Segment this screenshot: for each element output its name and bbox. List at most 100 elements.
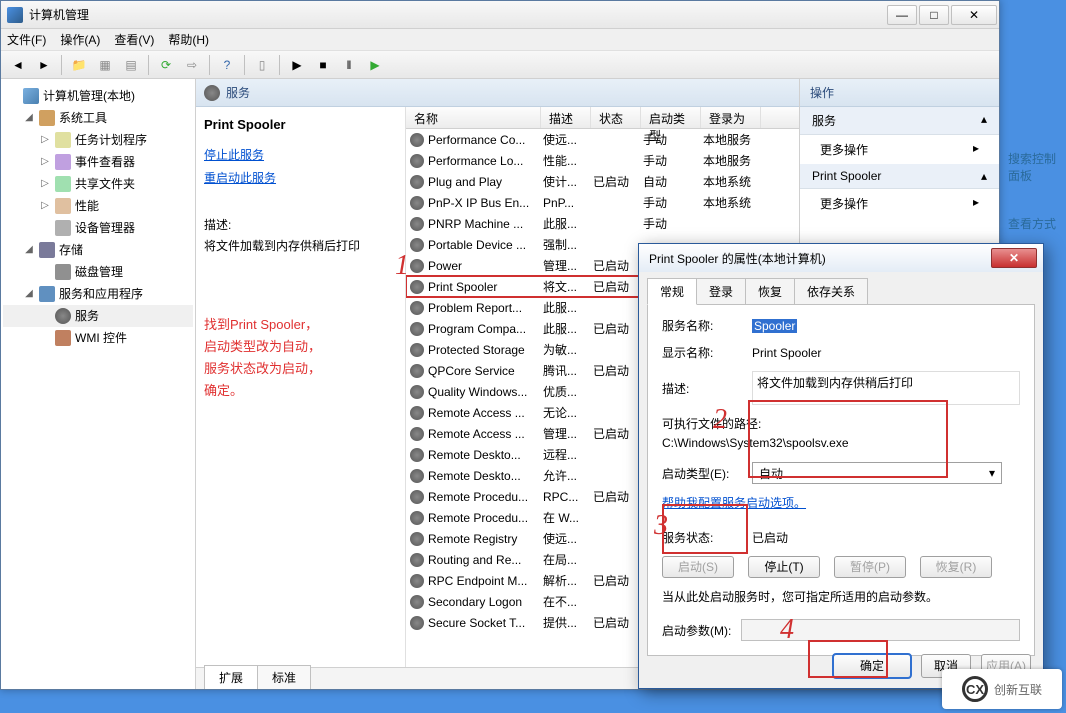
tree-item[interactable]: ▷任务计划程序 [3,129,193,151]
service-row[interactable]: Performance Lo...性能...手动本地服务 [406,150,799,171]
description-box[interactable]: 将文件加载到内存供稍后打印 [752,371,1020,405]
gear-icon [410,280,424,294]
tree-item[interactable]: 设备管理器 [3,217,193,239]
start-param-input [741,619,1020,641]
menu-file[interactable]: 文件(F) [7,31,46,48]
resume-button[interactable]: 恢复(R) [920,556,992,578]
tree-icon [55,308,71,324]
tree-item[interactable]: ▷性能 [3,195,193,217]
col-logon[interactable]: 登录为 [701,107,761,128]
restart-button[interactable]: ▶ [364,54,386,76]
tab-logon[interactable]: 登录 [696,278,746,305]
up-button[interactable]: 📁 [68,54,90,76]
hint-text: 当从此处启动服务时，您可指定所适用的启动参数。 [662,588,1020,605]
service-row[interactable]: Performance Co...使远...手动本地服务 [406,129,799,150]
col-desc[interactable]: 描述 [541,107,591,128]
tree-item[interactable]: ◢系统工具 [3,107,193,129]
tree-item[interactable]: 磁盘管理 [3,261,193,283]
tree-pane: 计算机管理(本地)◢系统工具▷任务计划程序▷事件查看器▷共享文件夹▷性能设备管理… [1,79,196,689]
service-row[interactable]: PnP-X IP Bus En...PnP...手动本地系统 [406,192,799,213]
chevron-down-icon: ▾ [989,466,995,480]
gear-icon [410,301,424,315]
help-link[interactable]: 帮助我配置服务启动选项。 [662,494,1020,511]
show-hide-button[interactable]: ▯ [251,54,273,76]
tree-item[interactable]: WMI 控件 [3,327,193,349]
tree-icon [23,88,39,104]
service-row[interactable]: PNRP Machine ...此服...手动 [406,213,799,234]
tree-item[interactable]: 计算机管理(本地) [3,85,193,107]
gear-icon [410,616,424,630]
service-name-value: Spooler [752,319,797,333]
gear-icon [410,511,424,525]
actions-more-1[interactable]: 更多操作▸ [800,135,999,164]
bg-text-2: 查看方式 [1008,215,1066,232]
gear-icon [410,259,424,273]
actions-section-printspooler[interactable]: Print Spooler▴ [800,164,999,189]
actions-more-2[interactable]: 更多操作▸ [800,189,999,218]
tree-item[interactable]: ◢存储 [3,239,193,261]
export-button[interactable]: ▤ [120,54,142,76]
chevron-right-icon: ▸ [973,141,979,158]
annotation-text: 找到Print Spooler，启动类型改为自动，服务状态改为启动，确定。 [204,314,397,402]
menubar: 文件(F) 操作(A) 查看(V) 帮助(H) [1,29,999,51]
chevron-right-icon: ▸ [973,195,979,212]
tree-item[interactable]: ◢服务和应用程序 [3,283,193,305]
tree-icon [55,198,71,214]
tree-icon [55,132,71,148]
gear-icon [410,406,424,420]
refresh-button[interactable]: ⟳ [155,54,177,76]
dialog-tabs: 常规 登录 恢复 依存关系 [639,272,1043,305]
list-header: 名称 描述 状态 启动类型 登录为 [406,107,799,129]
tree-item[interactable]: 服务 [3,305,193,327]
pause-button[interactable]: 暂停(P) [834,556,906,578]
stop-link[interactable]: 停止此服务 [204,146,397,163]
col-start[interactable]: 启动类型 [641,107,701,128]
play-button[interactable]: ▶ [286,54,308,76]
start-button[interactable]: 启动(S) [662,556,734,578]
description-label: 描述: [662,380,752,397]
stop-button[interactable]: 停止(T) [748,556,820,578]
maximize-button[interactable]: □ [919,5,949,25]
gear-icon [410,343,424,357]
forward-button[interactable]: ► [33,54,55,76]
menu-help[interactable]: 帮助(H) [168,31,209,48]
watermark-logo: CX创新互联 [942,669,1062,709]
props-button[interactable]: ▦ [94,54,116,76]
collapse-icon: ▴ [981,169,987,183]
minimize-button[interactable]: — [887,5,917,25]
col-state[interactable]: 状态 [591,107,641,128]
actions-section-services[interactable]: 服务▴ [800,107,999,135]
toolbar: ◄ ► 📁 ▦ ▤ ⟳ ⇨ ? ▯ ▶ ■ ‖ ▶ [1,51,999,79]
startup-type-combo[interactable]: 自动 ▾ [752,462,1002,484]
menu-action[interactable]: 操作(A) [60,31,100,48]
tab-standard[interactable]: 标准 [257,665,311,689]
export-list-button[interactable]: ⇨ [181,54,203,76]
stop-button[interactable]: ■ [312,54,334,76]
menu-view[interactable]: 查看(V) [114,31,154,48]
dialog-close-button[interactable]: ✕ [991,248,1037,268]
gear-icon [410,469,424,483]
col-name[interactable]: 名称 [406,107,541,128]
close-button[interactable]: ✕ [951,5,997,25]
tab-recovery[interactable]: 恢复 [745,278,795,305]
restart-link[interactable]: 重启动此服务 [204,169,397,186]
gear-icon [410,175,424,189]
gear-icon [410,427,424,441]
pause-button[interactable]: ‖ [338,54,360,76]
desc-text: 将文件加载到内存供稍后打印 [204,237,397,254]
help-button[interactable]: ? [216,54,238,76]
desc-label: 描述: [204,216,397,233]
tab-general[interactable]: 常规 [647,278,697,305]
back-button[interactable]: ◄ [7,54,29,76]
tab-dependencies[interactable]: 依存关系 [794,278,868,305]
tree-item[interactable]: ▷共享文件夹 [3,173,193,195]
tree-item[interactable]: ▷事件查看器 [3,151,193,173]
tab-extended[interactable]: 扩展 [204,665,258,689]
service-name-label: 服务名称: [662,317,752,334]
service-row[interactable]: Plug and Play使计...已启动自动本地系统 [406,171,799,192]
ok-button[interactable]: 确定 [833,654,911,678]
window-title: 计算机管理 [29,6,887,23]
exe-path-label: 可执行文件的路径: [662,415,1020,432]
gear-icon [410,238,424,252]
gear-icon [410,532,424,546]
